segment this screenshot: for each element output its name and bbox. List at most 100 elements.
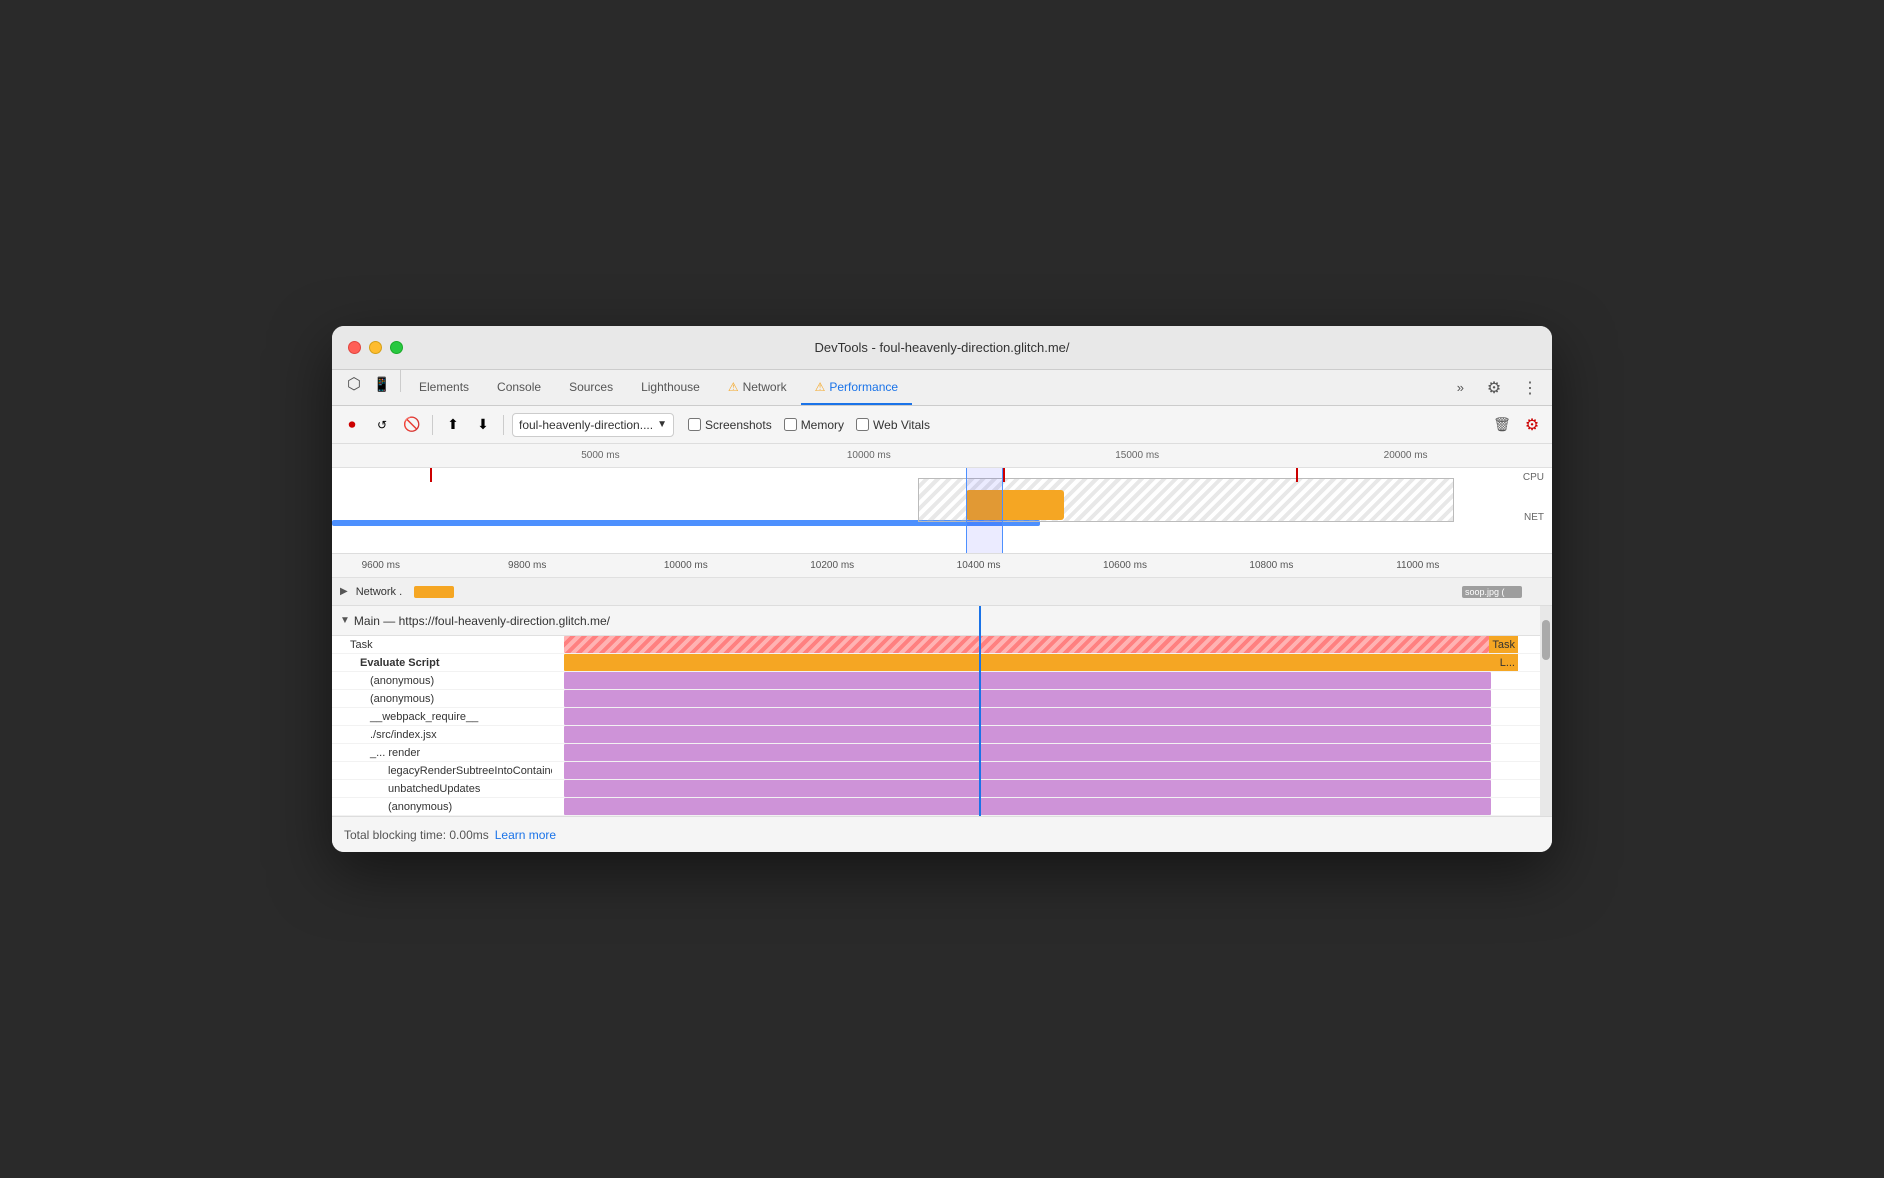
title-bar: DevTools - foul-heavenly-direction.glitc… xyxy=(332,326,1552,370)
time-ruler-detailed: 9600 ms 9800 ms 10000 ms 10200 ms 10400 … xyxy=(332,554,1552,578)
selection-region xyxy=(966,468,1003,554)
evaluate-label: Evaluate Script xyxy=(332,654,552,671)
network-collapse-triangle[interactable]: ▶ xyxy=(340,586,348,597)
anon3-label: (anonymous) xyxy=(332,798,552,815)
screenshots-checkbox[interactable] xyxy=(688,418,701,431)
tab-sources[interactable]: Sources xyxy=(555,370,627,405)
trash-button[interactable]: 🗑 xyxy=(1490,413,1514,437)
tab-settings-area: ⚙ ⋮ xyxy=(1480,370,1544,405)
nav-tabs: ⬡ 📱 Elements Console Sources Lighthouse … xyxy=(332,370,1552,406)
more-tabs-button[interactable]: » xyxy=(1449,370,1472,405)
flame-row-anon2: (anonymous) xyxy=(332,690,1552,708)
red-marker-2 xyxy=(1003,468,1005,482)
flame-row-anon1: (anonymous) xyxy=(332,672,1552,690)
tab-elements[interactable]: Elements xyxy=(405,370,483,405)
timeline-overview[interactable]: 5000 ms 10000 ms 15000 ms 20000 ms CPU N… xyxy=(332,444,1552,554)
screenshots-checkbox-item[interactable]: Screenshots xyxy=(688,418,772,432)
upload-button[interactable]: ⬆ xyxy=(441,413,465,437)
ruler-mark-15000: 15000 ms xyxy=(1115,450,1159,461)
inspector-icon[interactable]: ⬡ xyxy=(340,370,368,398)
r-9800: 9800 ms xyxy=(508,560,546,571)
close-button[interactable] xyxy=(348,341,361,354)
network-warn-icon: ⚠ xyxy=(728,380,739,394)
devtools-window: DevTools - foul-heavenly-direction.glitc… xyxy=(332,326,1552,852)
evaluate-bar xyxy=(564,654,1516,671)
main-area: ▼ Main — https://foul-heavenly-direction… xyxy=(332,606,1552,816)
webpack-bar xyxy=(564,708,1491,725)
evaluate-right-label: L... xyxy=(1497,654,1518,671)
vertical-scrollbar[interactable] xyxy=(1540,606,1552,816)
more-options-icon[interactable]: ⋮ xyxy=(1516,374,1544,402)
cpu-label: CPU xyxy=(1523,472,1544,483)
main-collapse-icon[interactable]: ▼ xyxy=(340,615,350,626)
timeline-tracks: CPU NET xyxy=(332,468,1552,554)
flame-row-webpack: __webpack_require__ xyxy=(332,708,1552,726)
clear-button[interactable]: 🚫 xyxy=(400,413,424,437)
record-button[interactable]: ⏺ xyxy=(340,413,364,437)
device-icon[interactable]: 📱 xyxy=(368,370,396,398)
unbatched-bar xyxy=(564,780,1491,797)
anon1-bar xyxy=(564,672,1491,689)
perf-settings-button[interactable]: ⚙ xyxy=(1520,413,1544,437)
task-label: Task xyxy=(332,636,552,653)
red-marker-1 xyxy=(430,468,432,482)
timeline-ruler: 5000 ms 10000 ms 15000 ms 20000 ms xyxy=(332,444,1552,468)
performance-warn-icon: ⚠ xyxy=(815,380,826,394)
tab-console[interactable]: Console xyxy=(483,370,555,405)
flame-row-render: _... render xyxy=(332,744,1552,762)
legacy-bar xyxy=(564,762,1491,779)
r-10000: 10000 ms xyxy=(664,560,708,571)
flame-row-index: ./src/index.jsx xyxy=(332,726,1552,744)
r-10800: 10800 ms xyxy=(1249,560,1293,571)
index-bar xyxy=(564,726,1491,743)
download-button[interactable]: ⬇ xyxy=(471,413,495,437)
traffic-lights xyxy=(348,341,403,354)
checkbox-group: Screenshots Memory Web Vitals xyxy=(688,418,930,432)
task-bar xyxy=(564,636,1516,653)
tab-network[interactable]: ⚠ Network xyxy=(714,370,801,405)
task-right-label: Task xyxy=(1489,636,1518,653)
index-label: ./src/index.jsx xyxy=(332,726,552,743)
memory-checkbox[interactable] xyxy=(784,418,797,431)
flame-chart: Task Task Evaluate Script L... (anonymou… xyxy=(332,636,1552,816)
anon1-label: (anonymous) xyxy=(332,672,552,689)
memory-checkbox-item[interactable]: Memory xyxy=(784,418,844,432)
tab-lighthouse[interactable]: Lighthouse xyxy=(627,370,714,405)
r-9600: 9600 ms xyxy=(362,560,400,571)
web-vitals-checkbox-item[interactable]: Web Vitals xyxy=(856,418,930,432)
learn-more-link[interactable]: Learn more xyxy=(495,828,556,842)
soop-bar: soop.jpg ( xyxy=(1462,586,1522,598)
maximize-button[interactable] xyxy=(390,341,403,354)
flame-row-evaluate: Evaluate Script L... xyxy=(332,654,1552,672)
r-10600: 10600 ms xyxy=(1103,560,1147,571)
tab-performance[interactable]: ⚠ Performance xyxy=(801,370,912,405)
net-label: NET xyxy=(1524,512,1544,523)
network-band: ▶ Network . soop.jpg ( xyxy=(332,578,1552,606)
window-title: DevTools - foul-heavenly-direction.glitc… xyxy=(814,340,1069,355)
flame-row-legacy: legacyRenderSubtreeIntoContainer xyxy=(332,762,1552,780)
render-bar xyxy=(564,744,1491,761)
web-vitals-checkbox[interactable] xyxy=(856,418,869,431)
ruler-mark-20000: 20000 ms xyxy=(1384,450,1428,461)
network-label: Network . xyxy=(356,586,402,598)
r-10200: 10200 ms xyxy=(810,560,854,571)
flame-row-anon3: (anonymous) xyxy=(332,798,1552,816)
time-cursor-line xyxy=(979,606,981,816)
main-header-text: Main — https://foul-heavenly-direction.g… xyxy=(354,614,610,628)
chevron-down-icon: ▼ xyxy=(657,419,667,430)
divider xyxy=(432,415,433,435)
ruler-mark-5000: 5000 ms xyxy=(581,450,619,461)
r-10400: 10400 ms xyxy=(957,560,1001,571)
legacy-label: legacyRenderSubtreeIntoContainer xyxy=(332,762,552,779)
minimize-button[interactable] xyxy=(369,341,382,354)
main-section-header: ▼ Main — https://foul-heavenly-direction… xyxy=(332,606,1552,636)
flame-row-unbatched: unbatchedUpdates xyxy=(332,780,1552,798)
scrollbar-thumb[interactable] xyxy=(1542,620,1550,660)
anon2-bar xyxy=(564,690,1491,707)
anon3-bar xyxy=(564,798,1491,815)
settings-gear-icon[interactable]: ⚙ xyxy=(1480,374,1508,402)
reload-record-button[interactable]: ↺ xyxy=(370,413,394,437)
anon2-label: (anonymous) xyxy=(332,690,552,707)
red-marker-3 xyxy=(1296,468,1298,482)
url-selector[interactable]: foul-heavenly-direction.... ▼ xyxy=(512,413,674,437)
